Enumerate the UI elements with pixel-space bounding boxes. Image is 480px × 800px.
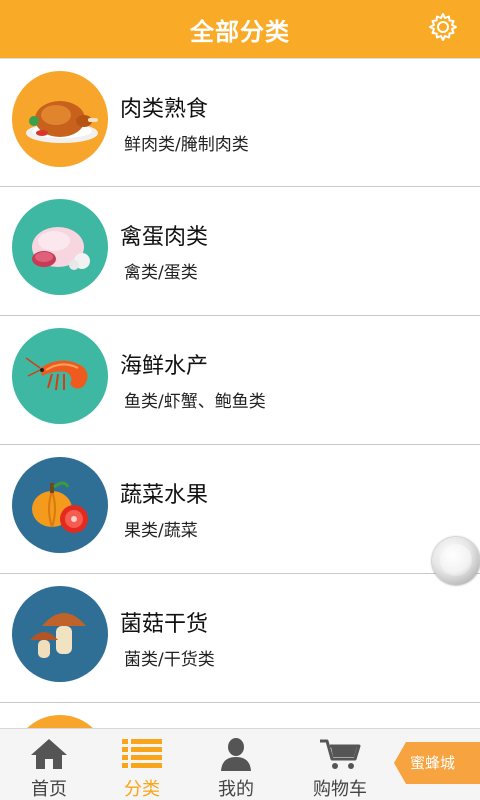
roast-chicken-icon bbox=[12, 71, 108, 167]
home-icon bbox=[31, 739, 67, 769]
category-list: 肉类熟食 鲜肉类/腌制肉类 禽蛋肉类 禽类/蛋类 海鲜水产 鱼类/虾蟹、鲍鱼类 … bbox=[0, 58, 480, 728]
floating-assist-button[interactable] bbox=[432, 537, 480, 585]
mushroom-icon bbox=[12, 586, 108, 682]
tab-mine[interactable]: 我的 bbox=[191, 729, 281, 800]
category-row-mushroom[interactable]: 菌菇干货 菌类/干货类 bbox=[0, 574, 480, 703]
category-subtitle: 鲜肉类/腌制肉类 bbox=[124, 135, 249, 155]
shrimp-icon bbox=[12, 328, 108, 424]
top-bar: 全部分类 bbox=[0, 0, 480, 58]
user-icon bbox=[221, 738, 251, 771]
category-thumb bbox=[12, 715, 108, 728]
page-title: 全部分类 bbox=[190, 17, 290, 46]
tab-home[interactable]: 首页 bbox=[4, 729, 94, 800]
category-title: 蔬菜水果 bbox=[120, 483, 209, 508]
category-title: 菌菇干货 bbox=[120, 612, 209, 637]
tab-category[interactable]: 分类 bbox=[97, 729, 187, 800]
category-title: 肉类熟食 bbox=[120, 97, 209, 122]
floating-ball-inner bbox=[440, 544, 472, 576]
gear-icon[interactable] bbox=[428, 12, 458, 42]
category-subtitle: 鱼类/虾蟹、鲍鱼类 bbox=[124, 392, 266, 412]
category-row-partial[interactable] bbox=[0, 703, 480, 728]
category-subtitle: 果类/蔬菜 bbox=[124, 521, 198, 541]
bee-city-label: 蜜蜂城 bbox=[410, 754, 456, 772]
tab-label: 首页 bbox=[31, 779, 67, 800]
ham-icon bbox=[12, 199, 108, 295]
category-subtitle: 禽类/蛋类 bbox=[124, 263, 198, 283]
category-title: 海鲜水产 bbox=[120, 354, 209, 379]
pumpkin-tomato-icon bbox=[12, 457, 108, 553]
category-title: 禽蛋肉类 bbox=[120, 225, 209, 250]
category-row-produce[interactable]: 蔬菜水果 果类/蔬菜 bbox=[0, 445, 480, 574]
category-row-seafood[interactable]: 海鲜水产 鱼类/虾蟹、鲍鱼类 bbox=[0, 316, 480, 445]
tab-label: 购物车 bbox=[313, 779, 367, 800]
category-row-poultry[interactable]: 禽蛋肉类 禽类/蛋类 bbox=[0, 187, 480, 316]
list-icon bbox=[122, 739, 162, 768]
tab-label: 我的 bbox=[218, 779, 254, 800]
bee-city-button[interactable]: 蜜蜂城 bbox=[394, 742, 480, 784]
tab-label: 分类 bbox=[124, 779, 160, 800]
category-row-meat[interactable]: 肉类熟食 鲜肉类/腌制肉类 bbox=[0, 58, 480, 187]
tab-cart[interactable]: 购物车 bbox=[295, 729, 385, 800]
category-subtitle: 菌类/干货类 bbox=[124, 650, 215, 670]
cart-icon bbox=[320, 739, 361, 769]
